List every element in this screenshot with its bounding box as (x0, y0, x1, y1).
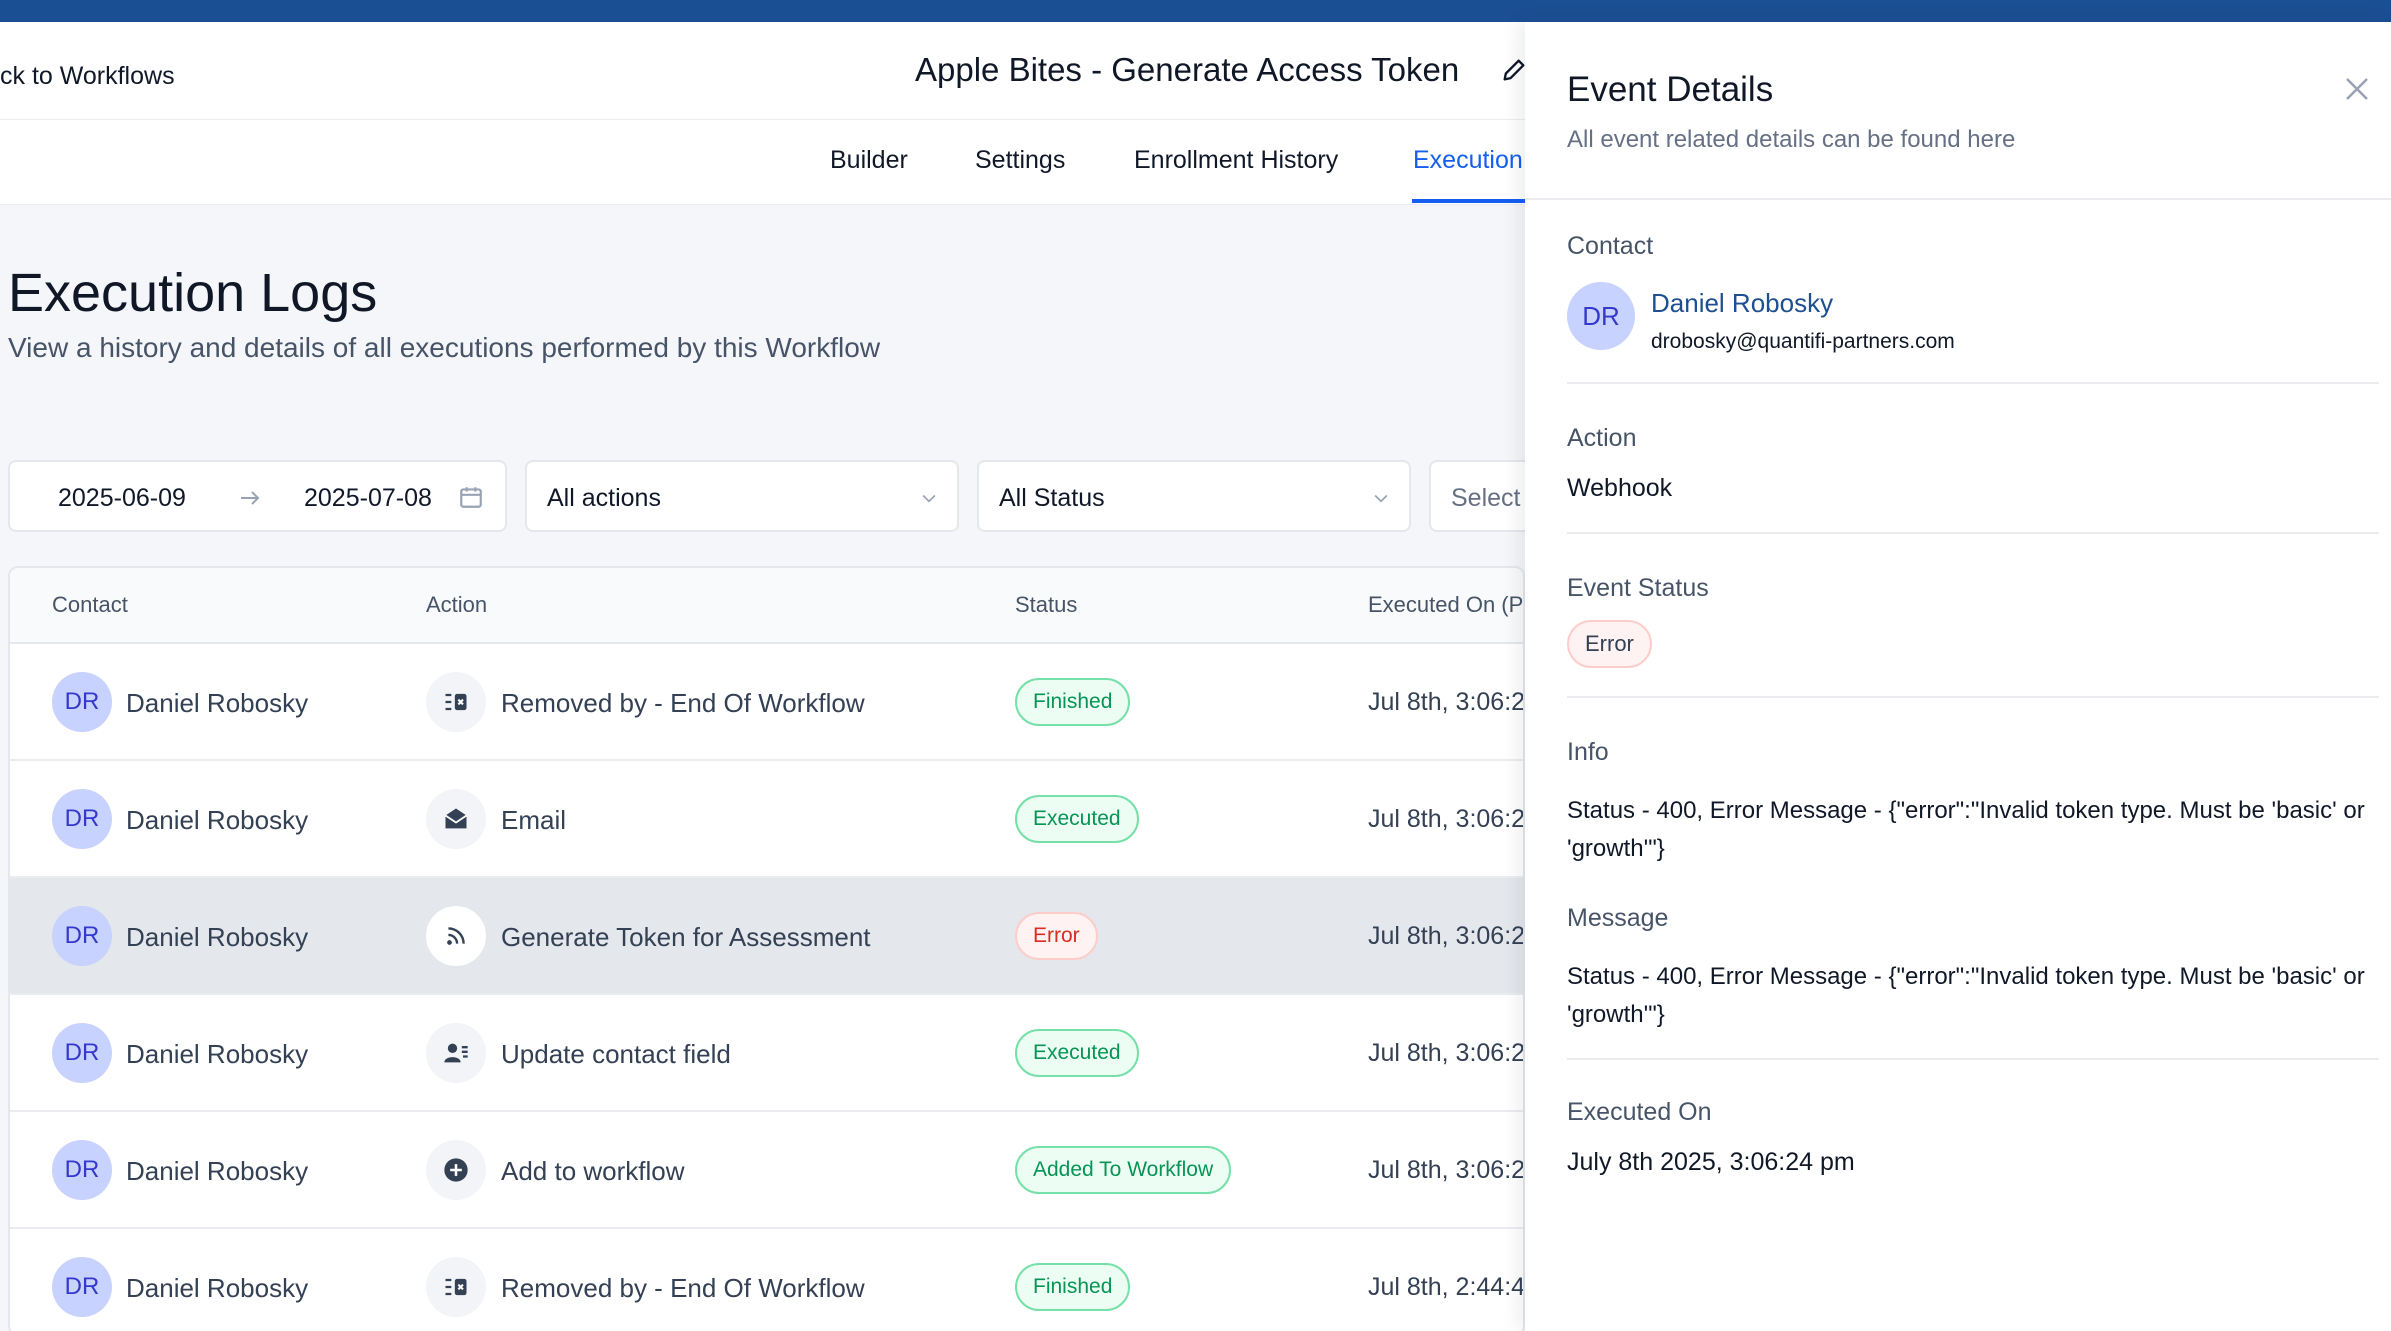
actions-select[interactable]: All actions (525, 460, 959, 532)
tab-enrollment-history[interactable]: Enrollment History (1134, 146, 1338, 175)
plus-circle-icon (426, 1140, 486, 1200)
table-row[interactable]: DR Daniel Robosky Add to workflow Added … (10, 1112, 1523, 1229)
avatar: DR (52, 1140, 112, 1200)
status-badge: Error (1015, 912, 1098, 960)
workflow-title: Apple Bites - Generate Access Token (915, 51, 1460, 88)
page-title: Execution Logs (8, 263, 378, 323)
avatar: DR (52, 1257, 112, 1317)
extra-select-placeholder: Select (1451, 484, 1521, 512)
arrow-right-icon (241, 491, 260, 505)
remove-list-icon (426, 672, 486, 732)
workflow-tabs: Builder Settings Enrollment History Exec… (0, 120, 1525, 205)
executed-on: Jul 8th, 3:06:2 (1368, 1156, 1525, 1184)
contact-name[interactable]: Daniel Robosky (126, 805, 308, 836)
date-range-picker[interactable]: 2025-06-09 2025-07-08 (8, 460, 507, 532)
executed-on: Jul 8th, 3:06:2 (1368, 1039, 1525, 1067)
status-badge: Error (1567, 620, 1652, 668)
panel-subtitle: All event related details can be found h… (1567, 126, 2016, 153)
date-from: 2025-06-09 (58, 484, 186, 512)
status-badge: Finished (1015, 1263, 1131, 1311)
actions-select-value: All actions (547, 484, 661, 512)
executed-on-value: July 8th 2025, 3:06:24 pm (1567, 1148, 1855, 1176)
status-select[interactable]: All Status (977, 460, 1411, 532)
info-label: Info (1567, 738, 1609, 766)
page-subtitle: View a history and details of all execut… (8, 332, 881, 363)
active-tab-indicator (1412, 199, 1525, 203)
tab-settings[interactable]: Settings (975, 146, 1065, 175)
action-name: Add to workflow (501, 1156, 685, 1186)
tab-execution[interactable]: Execution (1413, 146, 1523, 175)
table-row[interactable]: DR Daniel Robosky Email Executed Jul 8th… (10, 761, 1523, 878)
column-header-executed-on: Executed On (PI (1368, 592, 1525, 617)
extra-select[interactable]: Select (1429, 460, 1539, 532)
divider (1567, 532, 2379, 534)
executed-on-label: Executed On (1567, 1098, 1712, 1126)
contact-name[interactable]: Daniel Robosky (126, 1273, 308, 1304)
action-name: Removed by - End Of Workflow (501, 688, 865, 718)
action-label: Action (1567, 424, 1637, 452)
edit-pencil-icon[interactable] (1500, 56, 1528, 84)
divider (1567, 382, 2379, 384)
action-name: Update contact field (501, 1039, 731, 1069)
status-badge: Finished (1015, 678, 1131, 726)
message-text: Status - 400, Error Message - {"error":"… (1567, 963, 2365, 1028)
table-header: Contact Action Status Executed On (PI (10, 568, 1523, 644)
action-name: Generate Token for Assessment (501, 922, 871, 952)
event-details-panel: Event Details All event related details … (1525, 22, 2391, 1331)
avatar: DR (52, 672, 112, 732)
panel-header: Event Details All event related details … (1525, 22, 2391, 200)
chevron-down-icon (1374, 494, 1388, 503)
top-bar (0, 0, 2391, 22)
status-badge: Executed (1015, 795, 1139, 843)
status-select-value: All Status (999, 484, 1105, 512)
column-header-status: Status (1015, 592, 1078, 617)
info-text: Status - 400, Error Message - {"error":"… (1567, 797, 2365, 862)
status-badge: Executed (1015, 1029, 1139, 1077)
avatar: DR (52, 1023, 112, 1083)
email-icon (426, 789, 486, 849)
remove-list-icon (426, 1257, 486, 1317)
executed-on: Jul 8th, 3:06:2 (1368, 922, 1525, 950)
chevron-down-icon (922, 494, 936, 503)
table-row[interactable]: DR Daniel Robosky Update contact field E… (10, 995, 1523, 1112)
divider (1567, 696, 2379, 698)
action-name: Email (501, 805, 567, 835)
date-to: 2025-07-08 (304, 484, 432, 512)
executed-on: Jul 8th, 3:06:2 (1368, 805, 1525, 833)
table-row[interactable]: DR Daniel Robosky Removed by - End Of Wo… (10, 1229, 1523, 1331)
action-value: Webhook (1567, 474, 1673, 502)
message-label: Message (1567, 904, 1669, 932)
contact-name[interactable]: Daniel Robosky (126, 1039, 308, 1070)
avatar: DR (52, 789, 112, 849)
tab-builder[interactable]: Builder (830, 146, 908, 175)
contact-name[interactable]: Daniel Robosky (126, 922, 308, 953)
status-badge: Added To Workflow (1015, 1146, 1232, 1194)
action-name: Removed by - End Of Workflow (501, 1273, 865, 1303)
executed-on: Jul 8th, 2:44:4 (1368, 1273, 1525, 1301)
divider (1567, 1058, 2379, 1060)
avatar: DR (52, 906, 112, 966)
workflow-header: ck to Workflows Apple Bites - Generate A… (0, 22, 1525, 120)
panel-title: Event Details (1567, 70, 1774, 109)
contact-name-link[interactable]: Daniel Robosky (1651, 288, 1833, 319)
execution-logs-table: Contact Action Status Executed On (PI DR… (8, 566, 1525, 1331)
contact-name[interactable]: Daniel Robosky (126, 688, 308, 719)
event-status-label: Event Status (1567, 574, 1709, 602)
contact-email: drobosky@quantifi-partners.com (1651, 330, 1955, 353)
contact-field-icon (426, 1023, 486, 1083)
calendar-icon (460, 487, 482, 508)
table-row-selected[interactable]: DR Daniel Robosky Generate Token for Ass… (10, 878, 1523, 995)
column-header-action: Action (426, 592, 488, 617)
avatar: DR (1567, 282, 1635, 350)
column-header-contact: Contact (52, 592, 128, 617)
table-row[interactable]: DR Daniel Robosky Removed by - End Of Wo… (10, 644, 1523, 761)
contact-name[interactable]: Daniel Robosky (126, 1156, 308, 1187)
contact-label: Contact (1567, 232, 1654, 260)
webhook-icon (426, 906, 486, 966)
close-icon[interactable] (2342, 74, 2372, 104)
back-to-workflows-link[interactable]: ck to Workflows (0, 62, 175, 91)
executed-on: Jul 8th, 3:06:2 (1368, 688, 1525, 716)
